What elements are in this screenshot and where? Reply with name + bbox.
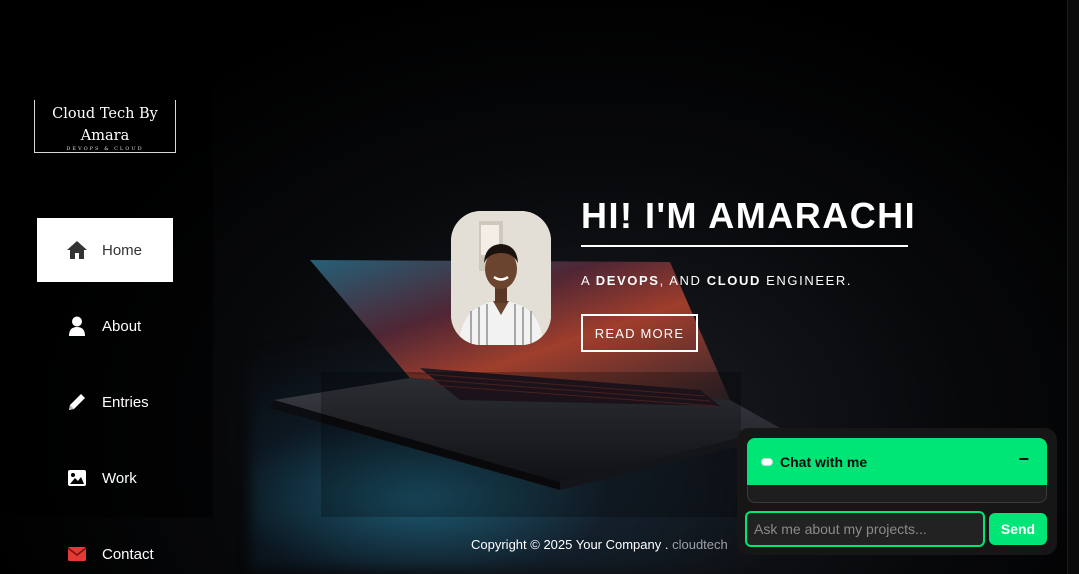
footer-text: Copyright © 2025 Your Company . [471, 537, 673, 552]
user-icon [65, 316, 89, 336]
chat-header[interactable]: Chat with me − [747, 438, 1047, 485]
read-more-button[interactable]: READ MORE [581, 314, 698, 352]
sidebar-item-label: Entries [102, 393, 149, 411]
sidebar-item-label: Contact [102, 545, 154, 563]
mid-panel-overlay [321, 372, 741, 517]
envelope-icon [65, 544, 89, 564]
chat-bubble-icon [761, 457, 773, 466]
footer-link[interactable]: cloudtech [672, 537, 728, 552]
sidebar-item-label: Work [102, 469, 137, 487]
sidebar-item-label: About [102, 317, 142, 335]
hero-subtitle-mid: , AND [659, 273, 707, 288]
site-logo[interactable]: Cloud Tech By Amara DEVOPS & CLOUD [34, 100, 176, 153]
hero-subtitle: A DEVOPS, AND CLOUD ENGINEER. [581, 273, 852, 288]
sidebar-item-home[interactable]: Home [37, 218, 173, 282]
minimize-icon[interactable]: − [1018, 449, 1029, 470]
sidebar-item-label: Home [102, 241, 143, 259]
hero-subtitle-suffix: ENGINEER. [760, 273, 853, 288]
hero-title: HI! I'M AMARACHI [581, 195, 917, 236]
sidebar-item-contact[interactable]: Contact [37, 522, 173, 574]
profile-photo [451, 211, 551, 345]
sidebar-item-entries[interactable]: Entries [37, 370, 173, 434]
scrollbar-track[interactable] [1067, 0, 1079, 574]
home-icon [65, 240, 89, 260]
pencil-icon [65, 392, 89, 412]
hero-subtitle-devops: DEVOPS [595, 273, 660, 288]
sidebar-item-about[interactable]: About [37, 294, 173, 358]
chat-messages [747, 485, 1047, 503]
logo-tagline: DEVOPS & CLOUD [66, 146, 144, 152]
sidebar-item-work[interactable]: Work [37, 446, 173, 510]
chat-widget: Chat with me − Send [737, 428, 1057, 555]
hero-subtitle-cloud: CLOUD [706, 273, 761, 288]
footer-copyright: Copyright © 2025 Your Company . cloudtec… [471, 537, 728, 552]
hero-divider [581, 245, 908, 247]
send-button[interactable]: Send [989, 513, 1047, 545]
hero-subtitle-prefix: A [581, 273, 596, 288]
image-icon [65, 468, 89, 488]
chat-input[interactable] [745, 511, 985, 547]
chat-title: Chat with me [780, 453, 868, 470]
sidebar-nav: Home About Entries Work Contact [37, 218, 173, 574]
logo-title: Cloud Tech By Amara [52, 106, 158, 144]
